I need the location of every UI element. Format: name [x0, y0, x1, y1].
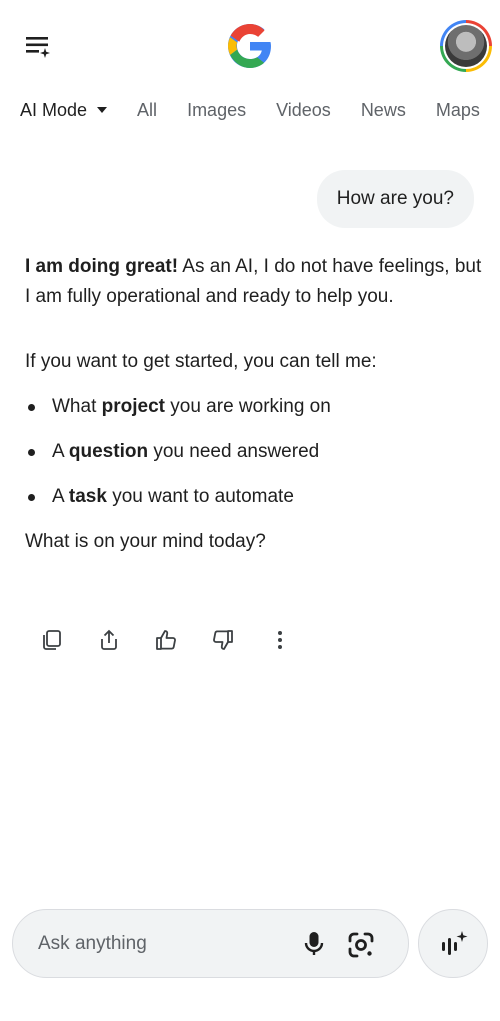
ai-mode-page: AI Mode All Images Videos News Maps How … — [0, 0, 500, 1021]
user-message-bubble: How are you? — [316, 170, 474, 228]
copy-icon[interactable] — [36, 624, 68, 656]
list-item: What project you are working on — [25, 392, 485, 422]
bullet-text: you need answered — [148, 441, 320, 462]
answer-bullet-list: What project you are working on A questi… — [25, 392, 485, 512]
bullet-bold: project — [101, 396, 165, 417]
mic-icon[interactable] — [297, 927, 331, 961]
search-tabs: AI Mode All Images Videos News Maps — [0, 92, 500, 128]
tab-ai-mode-label: AI Mode — [20, 99, 88, 120]
menu-sparkle-icon[interactable] — [16, 24, 60, 68]
tab-ai-mode[interactable]: AI Mode — [20, 99, 108, 121]
thumbs-down-icon[interactable] — [207, 624, 239, 656]
bullet-text: What — [52, 396, 102, 417]
answer-paragraph-2: If you want to get started, you can tell… — [25, 351, 377, 372]
account-avatar[interactable] — [440, 20, 492, 72]
live-sparkle-icon[interactable] — [418, 909, 488, 978]
share-icon[interactable] — [93, 624, 125, 656]
list-item: A question you need answered — [25, 437, 485, 467]
answer-actions — [36, 624, 321, 656]
top-bar — [0, 0, 500, 92]
avatar-frame — [443, 23, 489, 69]
bullet-text: you want to automate — [106, 486, 294, 507]
tab-videos[interactable]: Videos — [276, 100, 331, 121]
bullet-text: A — [52, 441, 69, 462]
google-lens-icon[interactable] — [343, 927, 379, 963]
bullet-bold: task — [68, 486, 107, 507]
thumbs-up-icon[interactable] — [150, 624, 182, 656]
tab-maps[interactable]: Maps — [436, 100, 480, 121]
tab-news[interactable]: News — [361, 100, 406, 121]
avatar-photo — [445, 25, 487, 67]
bullet-text: you are working on — [164, 396, 331, 417]
answer-bold-lead: I am doing great! — [25, 256, 179, 277]
ai-answer: I am doing great! As an AI, I do not hav… — [25, 252, 485, 557]
ask-input-bar[interactable] — [12, 909, 409, 978]
search-input[interactable] — [38, 932, 278, 955]
tab-images[interactable]: Images — [187, 100, 246, 121]
bullet-text: A — [52, 486, 69, 507]
answer-paragraph-3: What is on your mind today? — [25, 531, 266, 552]
answer-paragraph-1: I am doing great! As an AI, I do not hav… — [25, 252, 485, 312]
list-item: A task you want to automate — [25, 482, 485, 512]
google-g-logo[interactable] — [226, 22, 274, 70]
bullet-bold: question — [68, 441, 149, 462]
tab-all[interactable]: All — [137, 100, 157, 121]
more-vert-icon[interactable] — [264, 624, 296, 656]
chevron-down-icon — [97, 107, 108, 113]
